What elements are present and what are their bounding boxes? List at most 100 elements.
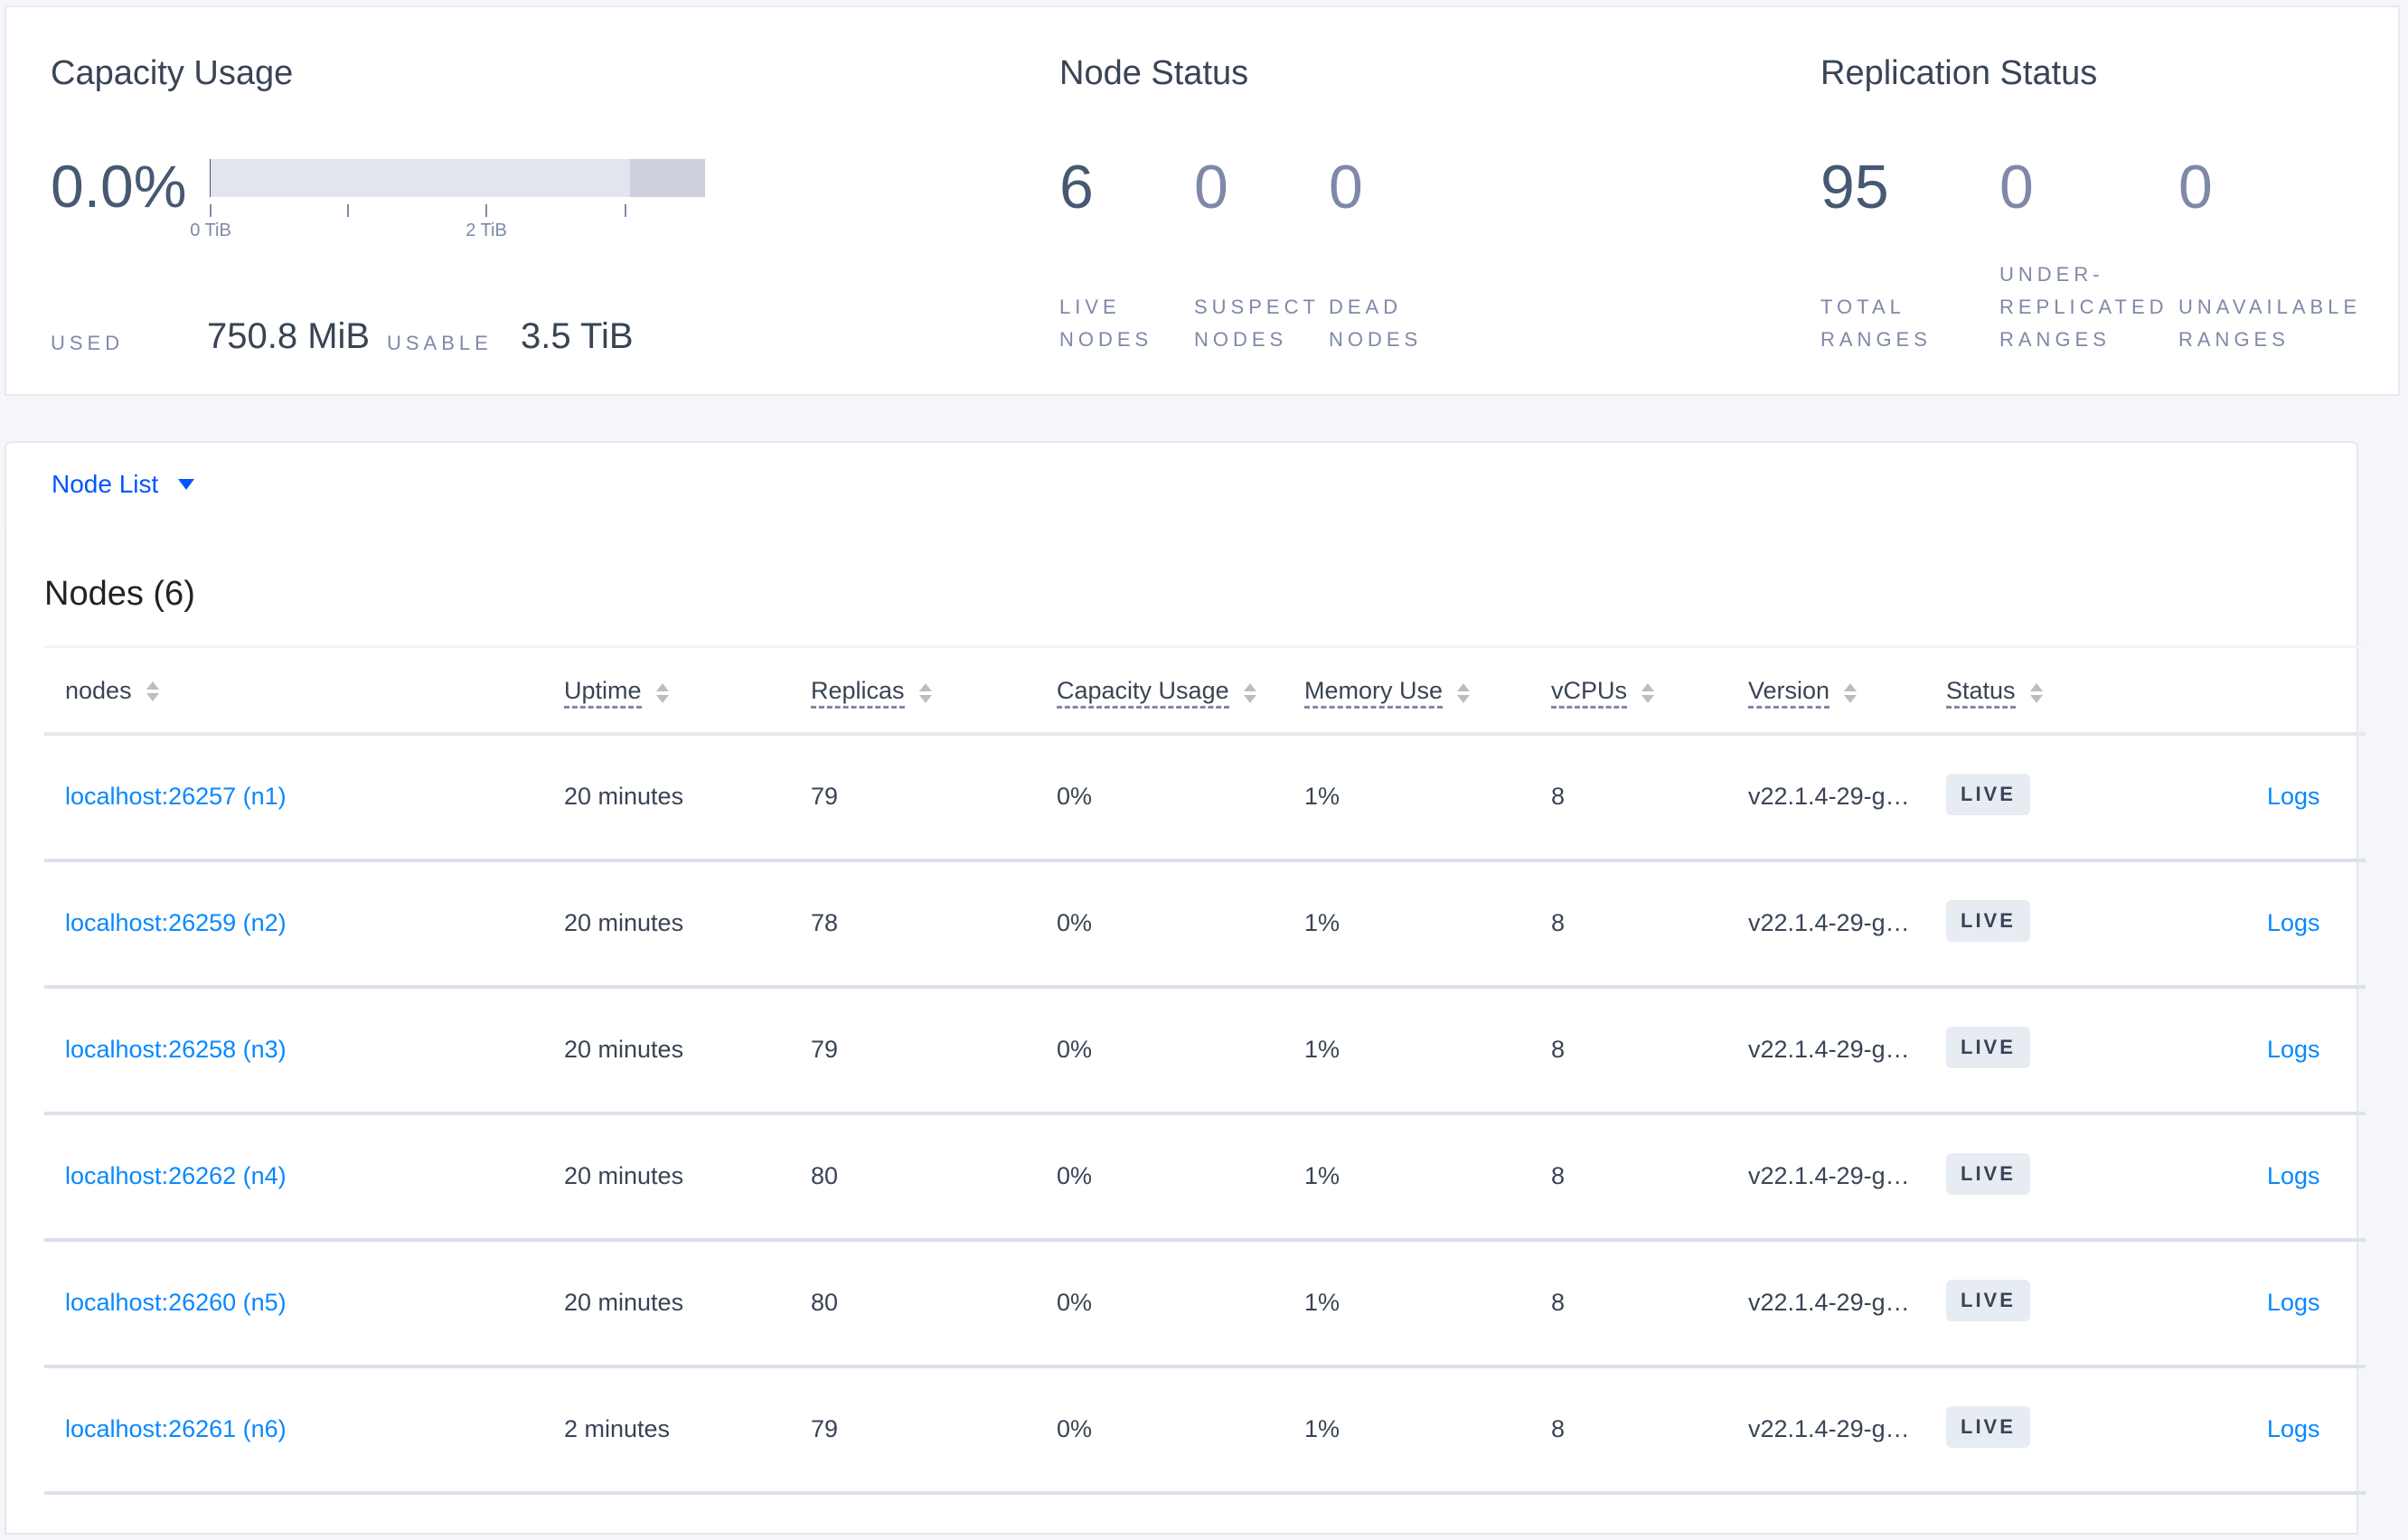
cell-capacity: 0% [1057,1289,1093,1316]
table-row: localhost:26257 (n1) 20 minutes 79 0% 1% 8 v22… [44,736,2366,862]
node-link[interactable]: localhost:26257 (n1) [65,783,287,811]
capacity-tick [625,204,626,217]
logs-link[interactable]: Logs [2267,1289,2320,1317]
column-header-label: Uptime [564,677,642,709]
cell-uptime: 20 minutes [564,1162,684,1189]
replication-status-title: Replication Status [1820,54,2098,92]
dead-nodes-label: DEAD NODES [1329,296,1423,351]
live-nodes-label: LIVE NODES [1059,296,1153,351]
table-row: localhost:26258 (n3) 20 minutes 79 0% 1% 8 v22… [44,989,2366,1115]
cluster-summary-panel: Capacity Usage 0.0% 0 TiB 2 TiB USED 750… [5,5,2400,396]
live-nodes-count: 6 [1059,153,1094,221]
status-badge: LIVE [1946,1027,2030,1068]
table-row: localhost:26262 (n4) 20 minutes 80 0% 1% 8 v22… [44,1115,2366,1242]
cell-version: v22.1.4-29-g… [1748,1036,1910,1063]
cell-version: v22.1.4-29-g… [1748,909,1910,936]
logs-link[interactable]: Logs [2267,909,2320,937]
cell-vcpus: 8 [1551,1036,1566,1063]
table-row: localhost:26261 (n6) 2 minutes 79 0% 1% 8 v22.… [44,1368,2366,1495]
node-link[interactable]: localhost:26259 (n2) [65,909,287,937]
cell-replicas: 79 [811,1415,839,1442]
logs-link[interactable]: Logs [2267,1036,2320,1064]
capacity-usage-title: Capacity Usage [51,54,294,92]
cell-replicas: 79 [811,1036,839,1063]
dead-nodes-count: 0 [1329,153,1363,221]
column-header-memory-use[interactable]: Memory Use [1304,677,1471,709]
column-header-vcpus[interactable]: vCPUs [1551,677,1655,709]
capacity-tick [210,204,212,217]
cell-uptime: 20 minutes [564,909,684,936]
sort-icon[interactable] [1457,682,1471,703]
unavailable-ranges-label: UNAVAILABLE RANGES [2178,296,2362,351]
sort-icon[interactable] [1844,682,1858,703]
sort-icon[interactable] [146,681,159,701]
sort-icon[interactable] [655,682,669,703]
cell-replicas: 80 [811,1289,839,1316]
suspect-nodes-label: SUSPECT NODES [1194,296,1320,351]
cell-vcpus: 8 [1551,1162,1566,1189]
column-header-label: vCPUs [1551,677,1628,709]
cell-memory: 1% [1304,1415,1340,1442]
node-link[interactable]: localhost:26260 (n5) [65,1289,287,1317]
capacity-tick-label: 0 TiB [190,221,231,240]
logs-link[interactable]: Logs [2267,1162,2320,1190]
cell-memory: 1% [1304,909,1340,936]
sort-icon[interactable] [918,682,932,703]
sort-icon[interactable] [2029,682,2043,703]
cell-uptime: 2 minutes [564,1415,671,1442]
column-header-label: Memory Use [1304,677,1444,709]
column-header-capacity-usage[interactable]: Capacity Usage [1057,677,1256,709]
column-header-label: Status [1946,677,2016,709]
cell-version: v22.1.4-29-g… [1748,783,1910,810]
column-header-uptime[interactable]: Uptime [564,677,669,709]
used-label: USED [51,332,125,354]
sort-icon[interactable] [1243,682,1256,703]
unavailable-ranges-count: 0 [2178,153,2213,221]
total-ranges-label: TOTAL RANGES [1820,296,1932,351]
capacity-tick [485,204,487,217]
logs-link[interactable]: Logs [2267,1415,2320,1443]
status-badge: LIVE [1946,1153,2030,1195]
node-link[interactable]: localhost:26261 (n6) [65,1415,287,1443]
column-header-version[interactable]: Version [1748,677,1858,709]
column-header-label: Version [1748,677,1830,709]
column-header-label: Capacity Usage [1057,677,1229,709]
status-badge: LIVE [1946,900,2030,942]
cell-capacity: 0% [1057,909,1093,936]
sort-icon[interactable] [1641,682,1655,703]
table-header: nodes Uptime Replicas Capacity Usage Mem… [44,645,2366,736]
cell-memory: 1% [1304,1162,1340,1189]
cell-version: v22.1.4-29-g… [1748,1289,1910,1316]
under-replicated-count: 0 [1999,153,2034,221]
table-row: localhost:26259 (n2) 20 minutes 78 0% 1% 8 v22… [44,862,2366,989]
cell-vcpus: 8 [1551,1289,1566,1316]
column-header-label: nodes [65,677,132,704]
node-link[interactable]: localhost:26258 (n3) [65,1036,287,1064]
column-header-status[interactable]: Status [1946,677,2043,709]
cell-vcpus: 8 [1551,1415,1566,1442]
nodes-panel: Nodes (6) nodes Uptime Replicas Capacity… [5,528,2366,1535]
status-badge: LIVE [1946,1406,2030,1448]
under-replicated-label: UNDER- REPLICATED RANGES [1999,263,2168,351]
cell-vcpus: 8 [1551,783,1566,810]
column-header-replicas[interactable]: Replicas [811,677,932,709]
cell-capacity: 0% [1057,783,1093,810]
cell-capacity: 0% [1057,1036,1093,1063]
node-list-dropdown[interactable]: Node List [52,470,195,499]
cell-uptime: 20 minutes [564,1036,684,1063]
cell-uptime: 20 minutes [564,783,684,810]
cell-version: v22.1.4-29-g… [1748,1415,1910,1442]
nodes-table-title: Nodes (6) [44,575,195,613]
capacity-tick [347,204,349,217]
capacity-tick-label: 2 TiB [466,221,507,240]
logs-link[interactable]: Logs [2267,783,2320,811]
capacity-bar-remainder [630,159,705,197]
status-badge: LIVE [1946,774,2030,815]
cell-capacity: 0% [1057,1162,1093,1189]
node-link[interactable]: localhost:26262 (n4) [65,1162,287,1190]
suspect-nodes-count: 0 [1194,153,1228,221]
cell-memory: 1% [1304,1289,1340,1316]
cell-replicas: 80 [811,1162,839,1189]
column-header-nodes[interactable]: nodes [65,677,159,706]
nodes-table: nodes Uptime Replicas Capacity Usage Mem… [44,645,2366,1495]
